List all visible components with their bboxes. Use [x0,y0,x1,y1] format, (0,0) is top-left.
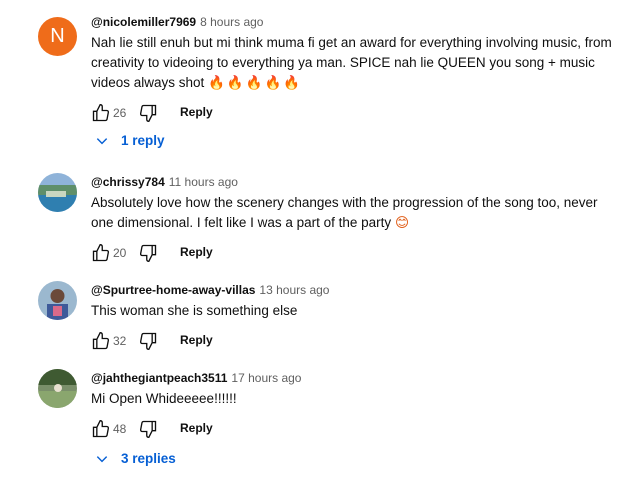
comment-header: @jahthegiantpeach3511 17 hours ago [91,370,618,386]
comment-actions: 32 Reply [91,331,618,355]
reply-button[interactable]: Reply [180,245,213,259]
avatar-image [38,173,77,212]
comment-text: Nah lie still enuh but mi think muma fi … [91,33,618,93]
dislike-button[interactable] [138,331,158,351]
fire-emoji: 🔥🔥🔥🔥🔥 [208,75,303,90]
comment-time[interactable]: 8 hours ago [200,15,263,29]
avatar[interactable]: N [38,17,77,56]
avatar-image [38,281,77,320]
smile-emoji: 😊 [394,215,412,230]
comments-section: N @nicolemiller7969 8 hours ago Nah lie s… [0,0,636,483]
replies-count-label: 3 replies [121,451,176,466]
reply-button[interactable]: Reply [180,421,213,435]
comment-text-body: This woman she is something else [91,303,298,318]
comment-header: @chrissy784 11 hours ago [91,174,618,190]
replies-count-label: 1 reply [121,133,165,148]
author-name[interactable]: @chrissy784 [91,175,165,189]
dislike-button[interactable] [138,103,158,123]
reply-button[interactable]: Reply [180,105,213,119]
comment-text: Mi Open Whideeeee!!!!!! [91,389,618,409]
comment-text: Absolutely love how the scenery changes … [91,193,618,233]
thumbs-up-icon [92,103,110,122]
comment-header: @Spurtree-home-away-villas 13 hours ago [91,282,618,298]
reply-button[interactable]: Reply [180,333,213,347]
like-count: 32 [113,334,127,348]
view-replies-button[interactable]: 3 replies [95,451,176,466]
comment-text: This woman she is something else [91,301,618,321]
author-name[interactable]: @Spurtree-home-away-villas [91,283,255,297]
thumbs-down-icon [139,104,157,123]
thumbs-down-icon [139,332,157,351]
like-count: 26 [113,106,127,120]
avatar-letter: N [50,25,65,47]
author-name[interactable]: @jahthegiantpeach3511 [91,371,227,385]
comment-time[interactable]: 17 hours ago [231,371,301,385]
comment-text-body: Nah lie still enuh but mi think muma fi … [91,35,612,90]
author-name[interactable]: @nicolemiller7969 [91,15,196,29]
thumbs-up-icon [92,419,110,438]
comment-time[interactable]: 13 hours ago [259,283,329,297]
comment-actions: 26 Reply [91,103,618,127]
like-button[interactable] [91,103,111,123]
like-button[interactable] [91,331,111,351]
thumbs-down-icon [139,244,157,263]
comment-time[interactable]: 11 hours ago [169,175,238,189]
dislike-button[interactable] [138,419,158,439]
comment-text-body: Absolutely love how the scenery changes … [91,195,598,230]
thumbs-down-icon [139,420,157,439]
chevron-down-icon [96,455,108,462]
like-count: 20 [113,246,127,260]
thumbs-up-icon [92,243,110,262]
like-button[interactable] [91,419,111,439]
avatar[interactable] [38,369,77,408]
like-button[interactable] [91,243,111,263]
dislike-button[interactable] [138,243,158,263]
view-replies-button[interactable]: 1 reply [95,133,165,148]
avatar[interactable] [38,281,77,320]
avatar-image [38,369,77,408]
comment-actions: 48 Reply [91,419,618,443]
like-count: 48 [113,422,127,436]
comment-text-body: Mi Open Whideeeee!!!!!! [91,391,237,406]
comment-actions: 20 Reply [91,243,618,267]
thumbs-up-icon [92,331,110,350]
avatar[interactable] [38,173,77,212]
comment-header: @nicolemiller7969 8 hours ago [91,14,618,30]
chevron-down-icon [96,137,108,144]
